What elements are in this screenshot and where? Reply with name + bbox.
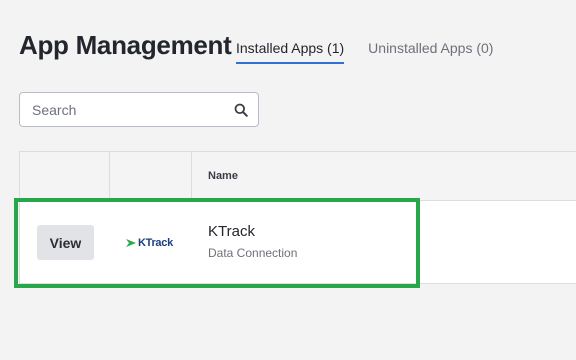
table-header: Name — [20, 152, 576, 201]
app-type: Data Connection — [208, 246, 298, 260]
app-management-page: App Management Installed Apps (1) Uninst… — [0, 0, 576, 360]
search-input[interactable] — [32, 101, 234, 118]
column-divider — [191, 152, 192, 201]
column-header-name: Name — [208, 170, 238, 182]
ktrack-logo: KTrack — [126, 237, 173, 249]
ktrack-logo-mark-icon — [126, 239, 136, 247]
ktrack-logo-text: KTrack — [138, 237, 173, 249]
page-title: App Management — [19, 30, 232, 60]
tab-bar: Installed Apps (1) Uninstalled Apps (0) — [236, 40, 493, 64]
search-icon[interactable] — [234, 103, 248, 117]
tab-installed-apps[interactable]: Installed Apps (1) — [236, 40, 345, 64]
search-box[interactable] — [19, 92, 259, 127]
column-divider — [109, 152, 110, 201]
apps-table: Name View KTrack KTrack Data Connection — [19, 151, 576, 284]
view-button[interactable]: View — [37, 225, 94, 260]
app-name: KTrack — [208, 223, 255, 240]
table-row: View KTrack KTrack Data Connection — [20, 201, 576, 284]
tab-uninstalled-apps[interactable]: Uninstalled Apps (0) — [368, 40, 493, 64]
